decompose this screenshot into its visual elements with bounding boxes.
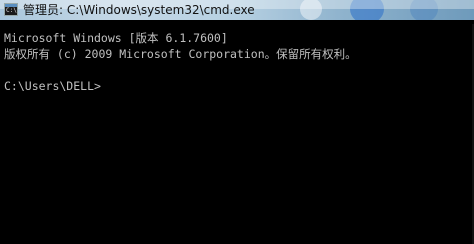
window-title: 管理员: C:\Windows\system32\cmd.exe — [23, 3, 255, 17]
console-line: 版权所有 (c) 2009 Microsoft Corporation。保留所有… — [4, 47, 357, 61]
title-bar[interactable]: C:\ 管理员: C:\Windows\system32\cmd.exe — [0, 0, 474, 20]
console-output[interactable]: Microsoft Windows [版本 6.1.7600] 版权所有 (c)… — [0, 24, 474, 244]
cmd-icon-text: C:\ — [6, 7, 17, 14]
cmd-window: C:\ 管理员: C:\Windows\system32\cmd.exe Mic… — [0, 0, 474, 244]
command-prompt: C:\Users\DELL> — [4, 79, 101, 93]
desktop-glow — [300, 0, 322, 20]
desktop-glow — [350, 0, 384, 20]
prompt-line: C:\Users\DELL> — [4, 78, 101, 94]
desktop-glow — [410, 0, 438, 20]
console-line: Microsoft Windows [版本 6.1.7600] — [4, 31, 228, 45]
cmd-icon[interactable]: C:\ — [4, 3, 18, 16]
